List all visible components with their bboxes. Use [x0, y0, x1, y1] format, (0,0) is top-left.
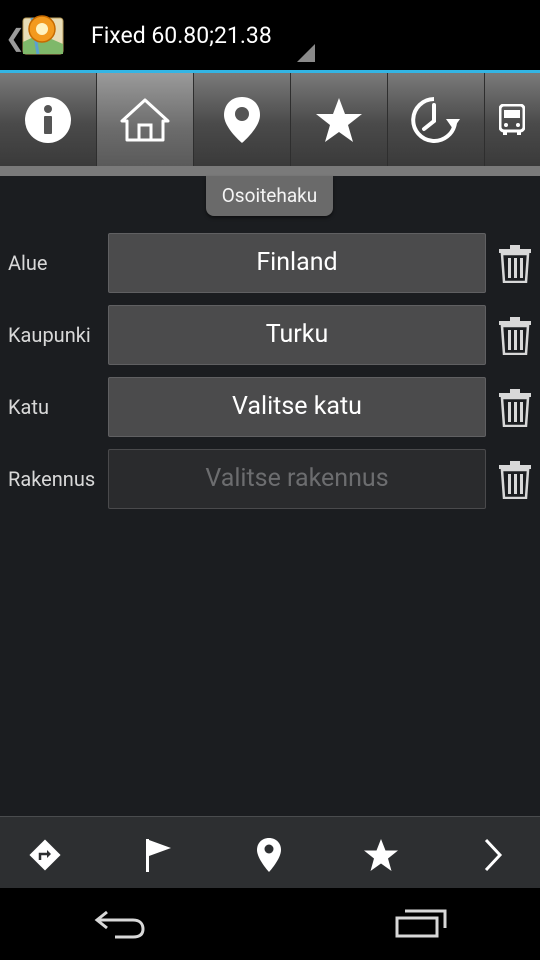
row-label: Rakennus — [8, 467, 96, 491]
info-icon — [25, 96, 71, 143]
map-pin-icon — [224, 96, 260, 143]
active-tab-tooltip: Osoitehaku — [206, 176, 333, 216]
clock-arrow-icon — [411, 96, 460, 143]
route-icon — [29, 839, 61, 871]
back-icon[interactable] — [93, 906, 147, 940]
tab-history[interactable] — [388, 73, 485, 166]
tab-favorites[interactable] — [291, 73, 388, 166]
row-label: Alue — [8, 251, 48, 275]
bus-icon — [499, 103, 525, 135]
star-icon — [364, 839, 398, 871]
route-button[interactable] — [25, 835, 65, 875]
next-button[interactable] — [473, 835, 513, 875]
favorite-button[interactable] — [361, 835, 401, 875]
recent-apps-icon[interactable] — [395, 906, 449, 940]
city-selector-button[interactable]: Turku — [108, 305, 486, 365]
form-row-city: Kaupunki Turku — [0, 305, 540, 365]
tab-transit[interactable] — [485, 73, 540, 166]
row-label: Kaupunki — [8, 323, 91, 347]
trash-icon[interactable] — [497, 315, 533, 355]
form-row-building: Rakennus Valitse rakennus — [0, 449, 540, 509]
location-title[interactable]: Fixed 60.80;21.38 — [91, 22, 272, 49]
system-nav-bar — [0, 888, 540, 960]
pin-button[interactable] — [249, 835, 289, 875]
map-pin-icon — [257, 838, 281, 872]
building-selector-button[interactable]: Valitse rakennus — [108, 449, 486, 509]
home-icon — [120, 98, 170, 141]
row-label: Katu — [8, 395, 49, 419]
trash-icon[interactable] — [497, 459, 533, 499]
tab-place[interactable] — [194, 73, 291, 166]
flag-icon — [146, 839, 171, 872]
star-icon — [316, 97, 362, 142]
trash-icon[interactable] — [497, 243, 533, 283]
region-selector-button[interactable]: Finland — [108, 233, 486, 293]
bottom-toolbar — [0, 816, 540, 889]
tab-bar — [0, 73, 540, 166]
map-pin-app-icon[interactable] — [20, 12, 66, 58]
action-bar: ❮ Fixed 60.80;21.38 — [0, 0, 540, 73]
form-row-region: Alue Finland — [0, 233, 540, 293]
trash-icon[interactable] — [497, 387, 533, 427]
chevron-right-icon — [484, 838, 503, 872]
spinner-indicator-icon — [297, 44, 315, 62]
tab-info[interactable] — [0, 73, 97, 166]
tab-home[interactable] — [97, 73, 194, 166]
form-row-street: Katu Valitse katu — [0, 377, 540, 437]
flag-button[interactable] — [138, 835, 178, 875]
street-selector-button[interactable]: Valitse katu — [108, 377, 486, 437]
tab-indicator-strip — [0, 166, 540, 176]
